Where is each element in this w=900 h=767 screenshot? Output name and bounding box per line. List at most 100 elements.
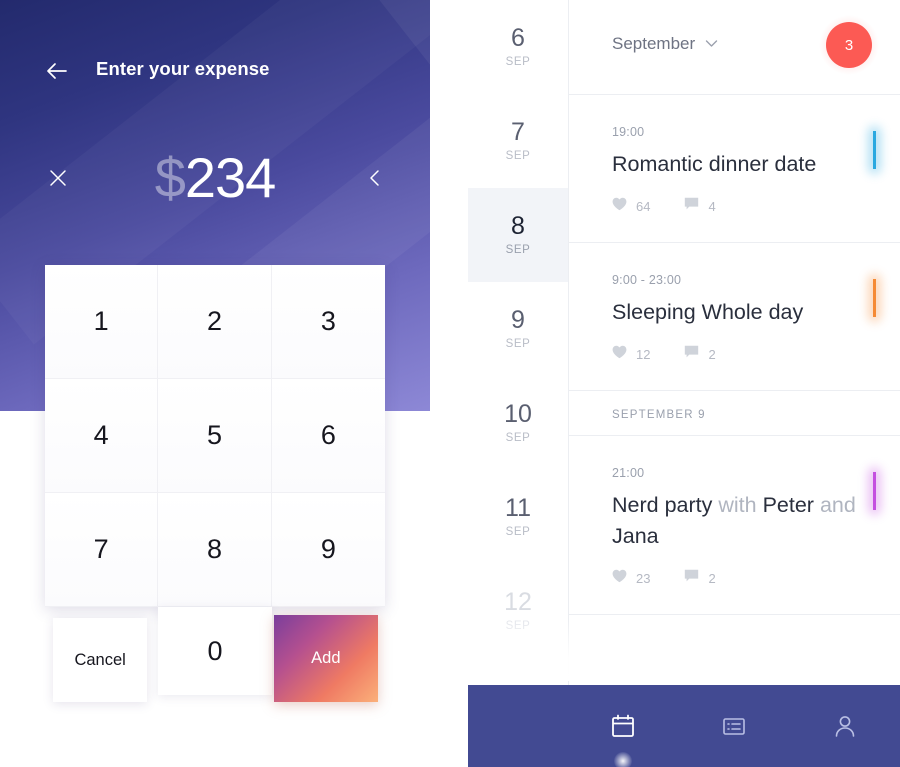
cancel-cell: Cancel	[45, 607, 158, 720]
month-label: September	[612, 34, 696, 53]
like-count: 12	[636, 346, 651, 362]
event-time: 19:00	[612, 125, 645, 139]
page-title: Enter your expense	[96, 58, 270, 79]
event-title-person-2: Jana	[612, 524, 659, 549]
day-number: 8	[511, 212, 525, 240]
day-cell-12[interactable]: 12 SEP	[468, 564, 568, 658]
event-title-connector-2: and	[819, 492, 856, 517]
back-arrow-icon[interactable]	[42, 56, 72, 86]
keypad-key-5[interactable]: 5	[158, 379, 272, 493]
comment-group[interactable]: 4	[684, 197, 716, 216]
event-time: 21:00	[612, 465, 645, 480]
comment-group[interactable]: 2	[684, 345, 716, 364]
bottom-nav-bar	[468, 685, 900, 767]
calendar-screen: 6 SEP 7 SEP 8 SEP 9 SEP 10 SEP 11 SEP 12…	[468, 0, 900, 767]
event-title-main: Nerd party	[612, 492, 713, 517]
event-accent-bar	[873, 278, 876, 317]
day-cell-7[interactable]: 7 SEP	[468, 94, 568, 188]
keypad-key-7[interactable]: 7	[45, 493, 159, 607]
calendar-header: September 3	[568, 0, 900, 95]
day-number: 9	[511, 306, 525, 334]
cancel-button[interactable]: Cancel	[53, 618, 148, 702]
heart-icon	[612, 197, 627, 216]
event-meta: 12 2	[612, 345, 856, 364]
day-number: 12	[504, 588, 532, 616]
keypad-key-1[interactable]: 1	[45, 265, 159, 379]
keypad-action-row: Cancel 0 Add	[45, 607, 385, 720]
like-count: 23	[636, 571, 651, 587]
zero-cell: 0	[158, 607, 272, 720]
keypad-key-8[interactable]: 8	[158, 493, 272, 607]
keypad-key-2[interactable]: 2	[158, 265, 272, 379]
event-title-connector-1: with	[718, 492, 757, 517]
day-number: 6	[511, 24, 525, 52]
chevron-left-icon[interactable]	[362, 164, 388, 192]
day-cell-8-selected[interactable]: 8 SEP	[468, 188, 568, 282]
day-number: 10	[504, 400, 532, 428]
expense-entry-screen: Enter your expense $234 1 2 3 4 5 6 7 8 …	[0, 0, 430, 767]
event-accent-bar	[873, 471, 876, 510]
amount-value: 234	[184, 146, 276, 209]
event-title: Nerd party with Peter and Jana	[612, 490, 856, 554]
day-separator: SEPTEMBER 9	[568, 391, 900, 436]
event-title-person-1: Peter	[762, 492, 814, 517]
day-cell-9[interactable]: 9 SEP	[468, 282, 568, 376]
keypad-key-9[interactable]: 9	[271, 493, 385, 607]
comment-group[interactable]: 2	[684, 569, 716, 588]
event-accent-bar	[873, 131, 876, 169]
add-button[interactable]: Add	[273, 615, 378, 702]
numeric-keypad: 1 2 3 4 5 6 7 8 9	[45, 265, 385, 607]
chevron-down-icon	[705, 35, 718, 53]
comment-count: 4	[708, 198, 716, 214]
currency-symbol: $	[154, 146, 186, 209]
event-meta: 23 2	[612, 569, 856, 588]
day-cell-10[interactable]: 10 SEP	[468, 376, 568, 470]
event-item-romantic-dinner[interactable]: 19:00 Romantic dinner date 64 4	[568, 95, 900, 243]
comment-icon	[684, 197, 699, 216]
month-selector[interactable]: September	[612, 34, 718, 54]
day-cell-11[interactable]: 11 SEP	[468, 470, 568, 564]
heart-icon	[612, 569, 627, 588]
comment-count: 2	[708, 346, 716, 362]
keypad-key-0[interactable]: 0	[158, 607, 272, 695]
comment-icon	[684, 345, 699, 364]
like-group[interactable]: 64	[612, 197, 650, 216]
nav-tab-list[interactable]	[706, 698, 762, 754]
day-month: SEP	[505, 432, 531, 444]
comment-count: 2	[708, 571, 716, 587]
like-group[interactable]: 23	[612, 569, 650, 588]
event-time: 9:00 - 23:00	[612, 272, 682, 287]
nav-tab-calendar[interactable]	[595, 698, 651, 767]
comment-icon	[684, 569, 699, 588]
event-list-panel: September 3 19:00 Romantic dinner date 6…	[568, 0, 900, 767]
add-cell: Add	[272, 607, 385, 720]
day-month: SEP	[505, 620, 531, 632]
event-title: Sleeping Whole day	[612, 299, 804, 324]
badge-count: 3	[826, 22, 872, 68]
day-cell-6[interactable]: 6 SEP	[468, 0, 568, 94]
keypad-key-4[interactable]: 4	[45, 379, 159, 493]
nav-tab-profile[interactable]	[817, 698, 873, 754]
notification-badge[interactable]: 3	[817, 13, 881, 77]
amount-row: $234	[0, 140, 430, 220]
day-month: SEP	[505, 338, 531, 350]
day-month: SEP	[505, 244, 531, 256]
day-strip: 6 SEP 7 SEP 8 SEP 9 SEP 10 SEP 11 SEP 12…	[468, 0, 569, 767]
event-item-nerd-party[interactable]: 21:00 Nerd party with Peter and Jana 23 …	[568, 436, 900, 616]
like-group[interactable]: 12	[612, 345, 650, 364]
keypad-key-3[interactable]: 3	[271, 265, 385, 379]
screenshot-stage: Enter your expense $234 1 2 3 4 5 6 7 8 …	[0, 0, 900, 767]
day-number: 11	[505, 494, 531, 522]
day-month: SEP	[505, 150, 531, 162]
day-month: SEP	[505, 56, 531, 68]
event-item-sleeping[interactable]: 9:00 - 23:00 Sleeping Whole day 12 2	[568, 243, 900, 391]
day-number: 7	[511, 118, 525, 146]
day-month: SEP	[505, 526, 531, 538]
event-title: Romantic dinner date	[612, 152, 817, 176]
heart-icon	[612, 345, 627, 364]
event-meta: 64 4	[612, 197, 856, 216]
bottom-nav-items	[568, 685, 900, 767]
like-count: 64	[636, 198, 651, 214]
keypad-key-6[interactable]: 6	[271, 379, 385, 493]
active-tab-indicator	[614, 752, 633, 767]
